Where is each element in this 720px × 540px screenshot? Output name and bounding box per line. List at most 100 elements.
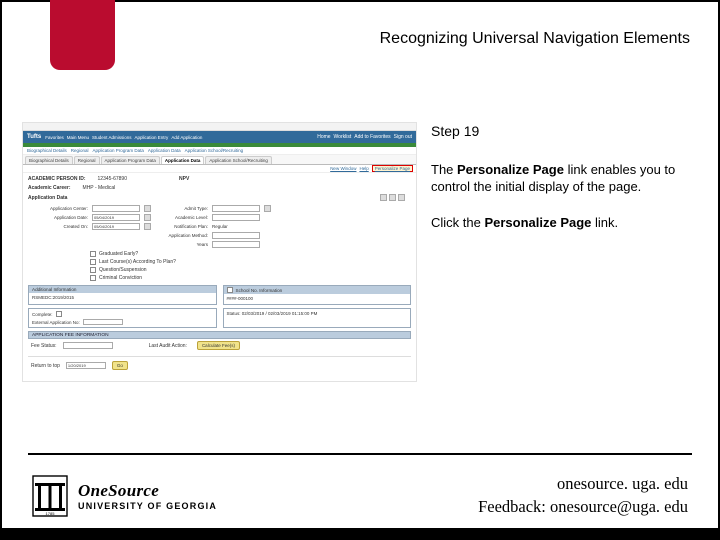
section-row: Application Data bbox=[28, 194, 411, 201]
school-no-panel: School No. Information ####-000100 bbox=[223, 285, 412, 305]
nav-item[interactable]: Main Menu bbox=[67, 135, 89, 140]
check-row: Last Course(s) According To Plan? bbox=[28, 258, 411, 266]
tab-bio[interactable]: Biographical Details bbox=[25, 156, 73, 164]
app-screenshot: Tufts Favorites Main Menu Student Admiss… bbox=[22, 122, 417, 382]
field-label: Application Date: bbox=[30, 215, 88, 220]
calc-fee-button[interactable]: Calculate Fee(s) bbox=[197, 341, 240, 350]
check-row: Criminal Conviction bbox=[28, 274, 411, 282]
calendar-icon[interactable] bbox=[144, 223, 151, 230]
term: Personalize Page bbox=[484, 215, 591, 230]
content-area: Tufts Favorites Main Menu Student Admiss… bbox=[22, 122, 698, 443]
new-window-link[interactable]: New Window bbox=[330, 166, 356, 171]
last-audit-label: Last Audit Action: bbox=[149, 343, 187, 349]
browser-chrome bbox=[23, 123, 416, 131]
panel-body: RSMEDC:2019/2015 bbox=[29, 293, 216, 303]
action-icon[interactable] bbox=[398, 194, 405, 201]
go-button[interactable]: Go bbox=[112, 361, 128, 370]
footer-contact: onesource. uga. edu Feedback: onesource@… bbox=[478, 473, 688, 518]
checkbox[interactable] bbox=[227, 287, 233, 293]
brand-onesource: OneSource bbox=[78, 481, 217, 501]
fee-status-input[interactable] bbox=[63, 342, 113, 349]
acad-level-input[interactable] bbox=[212, 214, 260, 221]
crumb[interactable]: Application Data bbox=[148, 148, 181, 153]
checkbox[interactable] bbox=[90, 259, 96, 265]
nav-worklist[interactable]: Worklist bbox=[334, 134, 352, 140]
crumb[interactable]: Regional bbox=[71, 148, 89, 153]
top-nav-right: Home Worklist Add to Favorites Sign out bbox=[317, 134, 412, 140]
form-grid: Application Center: Admit Type: Applicat… bbox=[28, 203, 411, 250]
nav-item[interactable]: Favorites bbox=[45, 135, 64, 140]
logo-block: 1785 OneSource UNIVERSITY OF GEORGIA bbox=[32, 475, 217, 517]
personalize-page-link[interactable]: Personalize Page bbox=[372, 165, 413, 172]
id-value: 12345-67890 bbox=[98, 176, 127, 182]
calendar-icon[interactable] bbox=[144, 214, 151, 221]
field-label: Created On: bbox=[30, 224, 88, 229]
slide-title: Recognizing Universal Navigation Element… bbox=[380, 30, 690, 48]
app-center-input[interactable] bbox=[92, 205, 140, 212]
nav-item[interactable]: Add Application bbox=[171, 135, 202, 140]
tab-program[interactable]: Application Program Data bbox=[101, 156, 160, 164]
lookup-icon[interactable] bbox=[144, 205, 151, 212]
form-body: ACADEMIC PERSON ID: 12345-67890 NPV Acad… bbox=[23, 173, 416, 377]
nav-home[interactable]: Home bbox=[317, 134, 330, 140]
crumb[interactable]: Application School/Recruiting bbox=[185, 148, 244, 153]
nav-signout[interactable]: Sign out bbox=[394, 134, 412, 140]
nav-fav[interactable]: Add to Favorites bbox=[354, 134, 390, 140]
check-label: Question/Suspension bbox=[99, 267, 147, 273]
footer-rule bbox=[28, 453, 692, 455]
panel-header: School No. Information bbox=[224, 286, 411, 294]
svg-text:1785: 1785 bbox=[46, 511, 56, 516]
page-toolbar: New Window Help Personalize Page bbox=[23, 165, 416, 173]
help-link[interactable]: Help bbox=[359, 166, 368, 171]
top-nav: Favorites Main Menu Student Admissions A… bbox=[45, 135, 202, 140]
sub-tabs: Biographical Details Regional Applicatio… bbox=[23, 155, 416, 165]
fee-header: APPLICATION FEE INFORMATION bbox=[28, 331, 411, 339]
app-method-input[interactable] bbox=[212, 232, 260, 239]
panel-body: Complete: External Application No: bbox=[29, 309, 216, 327]
app-date-input[interactable]: 05/04/2019 bbox=[92, 214, 140, 221]
complete-panel: Complete: External Application No: bbox=[28, 308, 217, 328]
panel-body: Status: 02/03/2019 / 02/03/2019 01:15:00… bbox=[224, 309, 411, 319]
action-icon[interactable] bbox=[380, 194, 387, 201]
bottom-strip bbox=[2, 528, 718, 538]
tab-appdata[interactable]: Application Data bbox=[161, 156, 205, 164]
years-input[interactable] bbox=[212, 241, 260, 248]
check-row: Graduated Early? bbox=[28, 250, 411, 258]
ext-app-input[interactable] bbox=[83, 319, 123, 325]
slide: Recognizing Universal Navigation Element… bbox=[0, 0, 720, 540]
checkbox[interactable] bbox=[90, 267, 96, 273]
field-label: Application Method: bbox=[160, 233, 208, 238]
field-label: Notification Plan: bbox=[160, 224, 208, 229]
status-panel: Status: 02/03/2019 / 02/03/2019 01:15:00… bbox=[223, 308, 412, 328]
check-row: Question/Suspension bbox=[28, 266, 411, 274]
logo-text: OneSource UNIVERSITY OF GEORGIA bbox=[78, 481, 217, 511]
bottom-row: Return to top 1/20/2019 Go bbox=[28, 356, 411, 374]
app-header: Tufts Favorites Main Menu Student Admiss… bbox=[23, 131, 416, 143]
crumb[interactable]: Application Program Data bbox=[93, 148, 144, 153]
action-icon[interactable] bbox=[389, 194, 396, 201]
footer-feedback: Feedback: onesource@uga. edu bbox=[478, 496, 688, 518]
field-label: Application Center: bbox=[30, 206, 88, 211]
section-label: Application Data bbox=[28, 195, 67, 201]
created-on-input[interactable]: 05/04/2019 bbox=[92, 223, 140, 230]
checkbox[interactable] bbox=[90, 275, 96, 281]
breadcrumb: Biographical Details Regional Applicatio… bbox=[23, 147, 416, 155]
date-input[interactable]: 1/20/2019 bbox=[66, 362, 106, 369]
term: Personalize Page bbox=[457, 162, 564, 177]
step-label: Step 19 bbox=[431, 122, 698, 141]
admit-type-input[interactable] bbox=[212, 205, 260, 212]
tab-regional[interactable]: Regional bbox=[74, 156, 100, 164]
lookup-icon[interactable] bbox=[264, 205, 271, 212]
checkbox[interactable] bbox=[56, 311, 62, 317]
tab-school[interactable]: Application School/Recruiting bbox=[205, 156, 272, 164]
crumb[interactable]: Biographical Details bbox=[27, 148, 67, 153]
record-header: ACADEMIC PERSON ID: 12345-67890 NPV bbox=[28, 176, 411, 182]
career-row: Academic Career: MHP - Medical bbox=[28, 185, 411, 191]
notif-plan-value: Regular bbox=[212, 224, 260, 229]
nav-item[interactable]: Application Entry bbox=[135, 135, 169, 140]
footer: 1785 OneSource UNIVERSITY OF GEORGIA one… bbox=[2, 453, 718, 538]
checkbox[interactable] bbox=[90, 251, 96, 257]
brand-tab bbox=[50, 0, 115, 70]
panel-header: Additional Information bbox=[29, 286, 216, 293]
nav-item[interactable]: Student Admissions bbox=[92, 135, 132, 140]
